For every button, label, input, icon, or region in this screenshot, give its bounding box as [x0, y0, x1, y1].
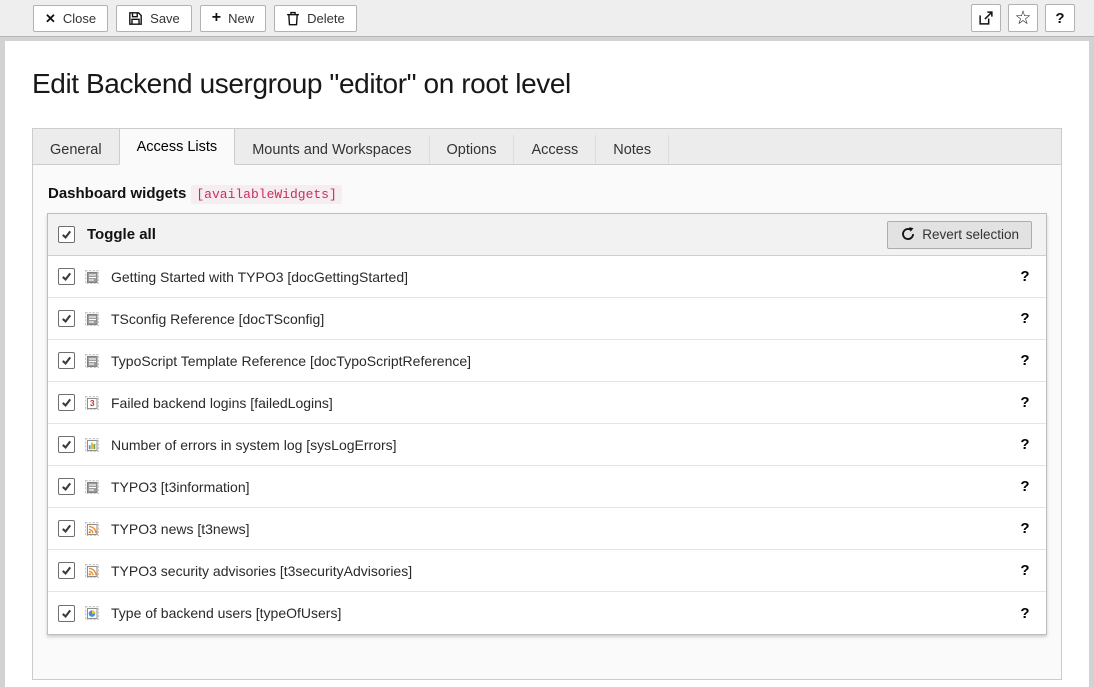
table-row: TSconfig Reference [docTSconfig] ? [48, 298, 1046, 340]
chart-icon [84, 437, 100, 453]
section-label: Dashboard widgets [availableWidgets] [48, 185, 1047, 202]
rss-icon [84, 563, 100, 579]
row-help-icon[interactable]: ? [1018, 268, 1032, 285]
row-label: TYPO3 security advisories [t3securityAdv… [111, 563, 412, 579]
row-label: TSconfig Reference [docTSconfig] [111, 311, 324, 327]
table-row: TYPO3 [t3information] ? [48, 466, 1046, 508]
note-icon [84, 311, 100, 327]
tab-general[interactable]: General [33, 135, 120, 164]
help-button[interactable]: ? [1045, 4, 1075, 32]
row-label: Getting Started with TYPO3 [docGettingSt… [111, 269, 408, 285]
widget-list: Getting Started with TYPO3 [docGettingSt… [48, 256, 1046, 634]
row-help-icon[interactable]: ? [1018, 352, 1032, 369]
row-label: TYPO3 news [t3news] [111, 521, 250, 537]
tab-mounts-and-workspaces[interactable]: Mounts and Workspaces [235, 135, 429, 164]
row-checkbox[interactable] [58, 436, 75, 453]
table-header-row: Toggle all Revert selection [48, 214, 1046, 256]
revert-icon [900, 226, 915, 244]
pie-icon [84, 605, 100, 621]
tab-access[interactable]: Access [514, 135, 596, 164]
close-button[interactable]: ✕ Close [33, 5, 108, 32]
widget-table: Toggle all Revert selection [47, 213, 1047, 635]
revert-selection-button[interactable]: Revert selection [887, 221, 1032, 249]
section-label-text: Dashboard widgets [48, 185, 186, 202]
tabs-area: General Access Lists Mounts and Workspac… [32, 128, 1062, 680]
toggle-all-label: Toggle all [87, 226, 156, 243]
row-checkbox[interactable] [58, 352, 75, 369]
page-title: Edit Backend usergroup "editor" on root … [32, 68, 1062, 100]
module-content: Edit Backend usergroup "editor" on root … [5, 41, 1089, 687]
close-button-label: Close [63, 11, 96, 26]
row-help-icon[interactable]: ? [1018, 562, 1032, 579]
row-help-icon[interactable]: ? [1018, 310, 1032, 327]
row-checkbox[interactable] [58, 310, 75, 327]
note-icon [84, 353, 100, 369]
row-label: TypoScript Template Reference [docTypoSc… [111, 353, 471, 369]
section-code: [availableWidgets] [191, 185, 341, 204]
table-row: Getting Started with TYPO3 [docGettingSt… [48, 256, 1046, 298]
row-help-icon[interactable]: ? [1018, 478, 1032, 495]
table-row: Type of backend users [typeOfUsers] ? [48, 592, 1046, 634]
close-icon: ✕ [45, 12, 56, 25]
bookmark-star-icon: ☆ [1014, 9, 1031, 28]
table-row: TYPO3 news [t3news] ? [48, 508, 1046, 550]
number-icon: 3 [84, 395, 100, 411]
row-help-icon[interactable]: ? [1018, 394, 1032, 411]
save-button[interactable]: Save [116, 5, 192, 32]
revert-selection-label: Revert selection [922, 227, 1019, 242]
note-icon [84, 479, 100, 495]
new-button[interactable]: + New [200, 5, 266, 32]
row-help-icon[interactable]: ? [1018, 520, 1032, 537]
table-row: TYPO3 security advisories [t3securityAdv… [48, 550, 1046, 592]
table-row: TypoScript Template Reference [docTypoSc… [48, 340, 1046, 382]
trash-icon [286, 11, 300, 26]
row-checkbox[interactable] [58, 562, 75, 579]
tab-access-lists[interactable]: Access Lists [119, 128, 236, 165]
row-label: Failed backend logins [failedLogins] [111, 395, 333, 411]
row-label: Type of backend users [typeOfUsers] [111, 605, 341, 621]
row-help-icon[interactable]: ? [1018, 605, 1032, 622]
note-icon [84, 269, 100, 285]
open-in-new-window-button[interactable] [971, 4, 1001, 32]
delete-button[interactable]: Delete [274, 5, 357, 32]
rss-icon [84, 521, 100, 537]
save-icon [128, 11, 143, 26]
tab-notes[interactable]: Notes [596, 135, 669, 164]
row-checkbox[interactable] [58, 520, 75, 537]
docheader: ✕ Close Save + New [0, 0, 1094, 37]
row-help-icon[interactable]: ? [1018, 436, 1032, 453]
row-checkbox[interactable] [58, 605, 75, 622]
toggle-all-checkbox[interactable] [58, 226, 75, 243]
plus-icon: + [212, 10, 221, 26]
row-checkbox[interactable] [58, 394, 75, 411]
save-button-label: Save [150, 11, 180, 26]
open-in-new-window-icon [978, 10, 994, 26]
table-row: Number of errors in system log [sysLogEr… [48, 424, 1046, 466]
row-checkbox[interactable] [58, 268, 75, 285]
row-label: TYPO3 [t3information] [111, 479, 250, 495]
svg-text:3: 3 [90, 398, 95, 408]
tab-options[interactable]: Options [430, 135, 515, 164]
bookmark-button[interactable]: ☆ [1008, 4, 1038, 32]
table-row: 3 Failed backend logins [failedLogins] ? [48, 382, 1046, 424]
docheader-button-group: ✕ Close Save + New [33, 5, 357, 32]
delete-button-label: Delete [307, 11, 345, 26]
tab-bar: General Access Lists Mounts and Workspac… [32, 128, 1062, 164]
row-label: Number of errors in system log [sysLogEr… [111, 437, 397, 453]
help-icon: ? [1055, 11, 1064, 26]
tab-panel-access-lists: Dashboard widgets [availableWidgets] Togg… [32, 164, 1062, 680]
row-checkbox[interactable] [58, 478, 75, 495]
docheader-right-group: ☆ ? [971, 4, 1075, 32]
new-button-label: New [228, 11, 254, 26]
